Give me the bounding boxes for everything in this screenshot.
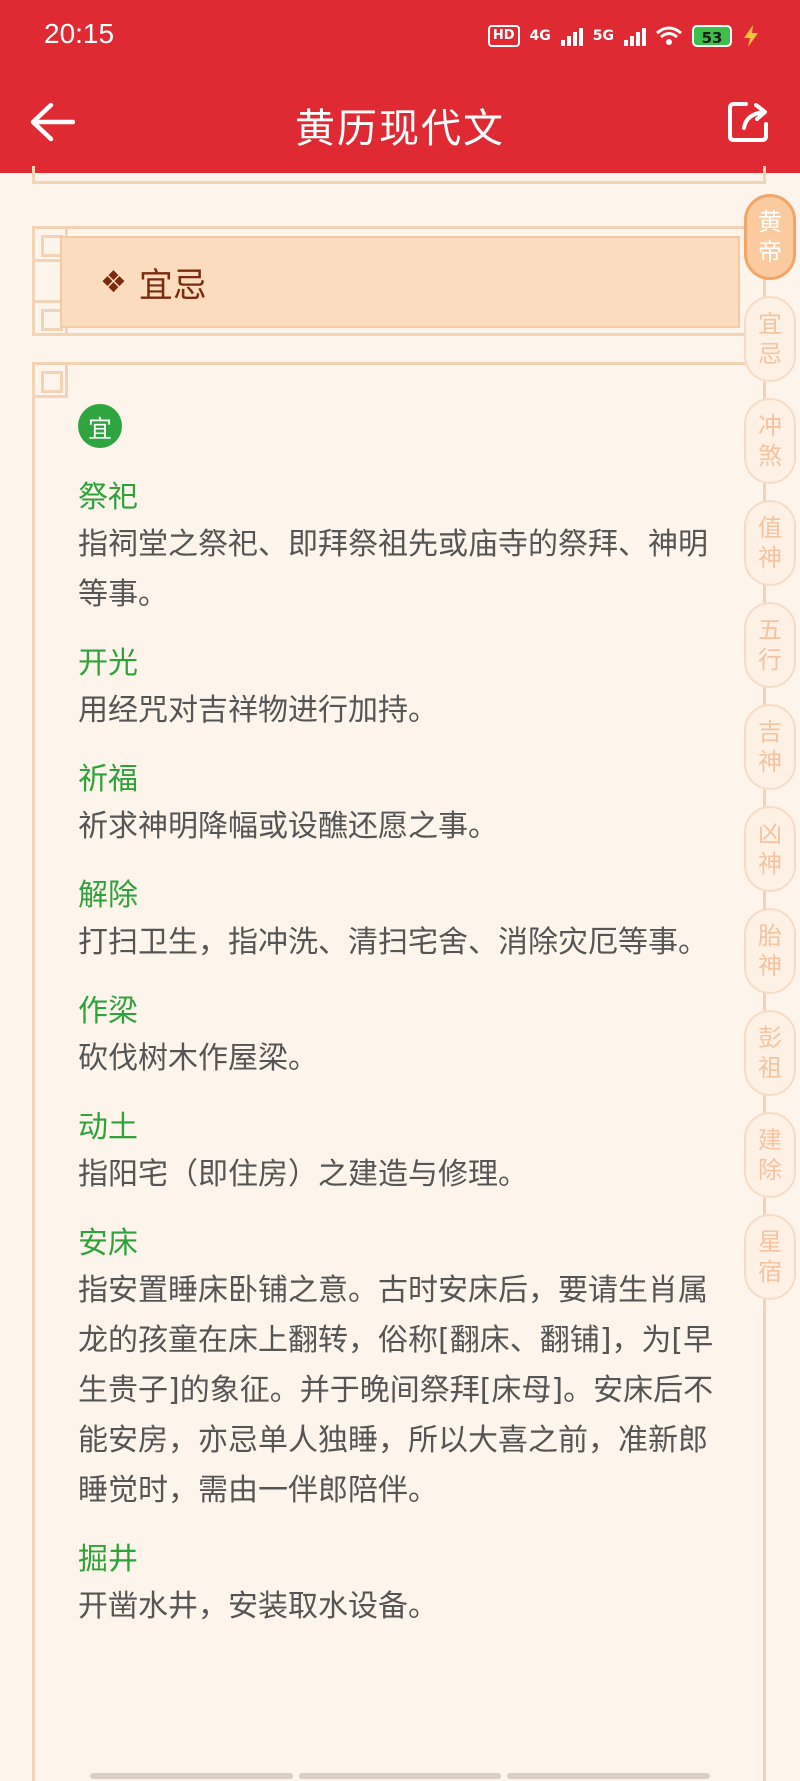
wifi-icon: [656, 26, 682, 45]
index-char: 神: [758, 850, 782, 878]
entry-term: 开光: [78, 646, 138, 681]
previous-section-frame: [32, 166, 766, 184]
index-char: 神: [758, 952, 782, 980]
list-item: 解除 打扫卫生，指冲洗、清扫宅舍、消除灾厄等事。: [78, 874, 718, 968]
battery-indicator: 53: [692, 25, 732, 47]
app-bar: 黄历现代文: [0, 78, 800, 173]
signal-4g-icon: [560, 26, 583, 46]
list-item: 祭祀 指祠堂之祭祀、即拜祭祖先或庙寺的祭拜、神明等事。: [78, 476, 718, 620]
index-char: 神: [758, 544, 782, 572]
list-item: 动土 指阳宅（即住房）之建造与修理。: [78, 1106, 718, 1200]
list-item: 祈福 祈求神明降幅或设醮还愿之事。: [78, 758, 718, 852]
index-char: 星: [758, 1228, 782, 1256]
index-char: 五: [758, 616, 782, 644]
index-char: 行: [758, 646, 782, 674]
bottom-scroll-indicator: [90, 1773, 711, 1779]
list-item: 作梁 砍伐树木作屋梁。: [78, 990, 718, 1084]
index-item-wuxing[interactable]: 五行: [744, 602, 796, 688]
index-char: 黄: [758, 208, 782, 236]
index-item-jianchu[interactable]: 建除: [744, 1112, 796, 1198]
index-item-yiji[interactable]: 宜忌: [744, 296, 796, 382]
index-char: 帝: [758, 238, 782, 266]
entry-term: 祭祀: [78, 480, 138, 515]
yi-badge: 宜: [78, 404, 122, 448]
list-item: 安床 指安置睡床卧铺之意。古时安床后，要请生肖属龙的孩童在床上翻转，俗称[翻床、…: [78, 1222, 718, 1516]
list-item: 开光 用经咒对吉祥物进行加持。: [78, 642, 718, 736]
index-item-xiongshen[interactable]: 凶神: [744, 806, 796, 892]
index-item-zhishen[interactable]: 值神: [744, 500, 796, 586]
share-icon: [728, 102, 768, 142]
entry-description: 指阳宅（即住房）之建造与修理。: [78, 1157, 528, 1192]
index-char: 凶: [758, 820, 782, 848]
section-index-nav: 黄帝 宜忌 冲煞 值神 五行 吉神 凶神 胎神 彭祖 建除 星宿: [740, 194, 800, 1300]
index-char: 值: [758, 514, 782, 542]
section-title: 宜忌: [138, 265, 207, 306]
content-list: 宜 祭祀 指祠堂之祭祀、即拜祭祖先或庙寺的祭拜、神明等事。 开光 用经咒对吉祥物…: [78, 404, 718, 1654]
index-char: 祖: [758, 1054, 782, 1082]
entry-term: 解除: [78, 878, 138, 913]
index-item-huangdi[interactable]: 黄帝: [744, 194, 796, 280]
status-icons: HD 4G 5G 53: [487, 22, 760, 50]
index-char: 忌: [758, 340, 782, 368]
index-char: 煞: [758, 442, 782, 470]
top-bar: 20:15 HD 4G 5G 53 黄历现代文: [0, 0, 800, 173]
frame-corner-ornament: [32, 362, 68, 398]
index-char: 宿: [758, 1258, 782, 1286]
entry-description: 打扫卫生，指冲洗、清扫宅舍、消除灾厄等事。: [78, 925, 708, 960]
index-char: 吉: [758, 718, 782, 746]
hd-icon: HD: [487, 25, 520, 47]
entry-description: 指祠堂之祭祀、即拜祭祖先或庙寺的祭拜、神明等事。: [78, 527, 708, 612]
index-item-pengzu[interactable]: 彭祖: [744, 1010, 796, 1096]
page-title: 黄历现代文: [295, 106, 505, 152]
index-char: 彭: [758, 1024, 782, 1052]
index-char: 胎: [758, 922, 782, 950]
network-5g-label: 5G: [592, 28, 614, 44]
diamond-marker-icon: ❖: [100, 264, 127, 300]
entry-description: 指安置睡床卧铺之意。古时安床后，要请生肖属龙的孩童在床上翻转，俗称[翻床、翻铺]…: [78, 1273, 714, 1508]
section-header: ❖ 宜忌: [60, 236, 740, 328]
entry-term: 安床: [78, 1226, 138, 1261]
entry-term: 祈福: [78, 762, 138, 797]
list-item: 掘井 开凿水井，安装取水设备。: [78, 1538, 718, 1632]
index-item-taishen[interactable]: 胎神: [744, 908, 796, 994]
index-char: 除: [758, 1156, 782, 1184]
charging-icon: [744, 25, 758, 47]
entry-description: 用经咒对吉祥物进行加持。: [78, 693, 438, 728]
status-bar: 20:15 HD 4G 5G 53: [0, 0, 800, 70]
entry-description: 祈求神明降幅或设醮还愿之事。: [78, 809, 498, 844]
entry-description: 砍伐树木作屋梁。: [78, 1041, 318, 1076]
signal-5g-icon: [624, 26, 646, 46]
index-char: 冲: [758, 412, 782, 440]
entry-description: 开凿水井，安装取水设备。: [78, 1589, 438, 1624]
index-char: 神: [758, 748, 782, 776]
index-item-jishen[interactable]: 吉神: [744, 704, 796, 790]
entry-term: 作梁: [78, 994, 138, 1029]
entry-term: 掘井: [78, 1542, 138, 1577]
entry-term: 动土: [78, 1110, 138, 1145]
share-button[interactable]: [718, 92, 778, 152]
index-char: 宜: [758, 310, 782, 338]
status-time: 20:15: [44, 18, 115, 49]
index-item-chongsha[interactable]: 冲煞: [744, 398, 796, 484]
index-char: 建: [758, 1126, 782, 1154]
network-4g-label: 4G: [529, 28, 551, 44]
index-item-xingxiu[interactable]: 星宿: [744, 1214, 796, 1300]
